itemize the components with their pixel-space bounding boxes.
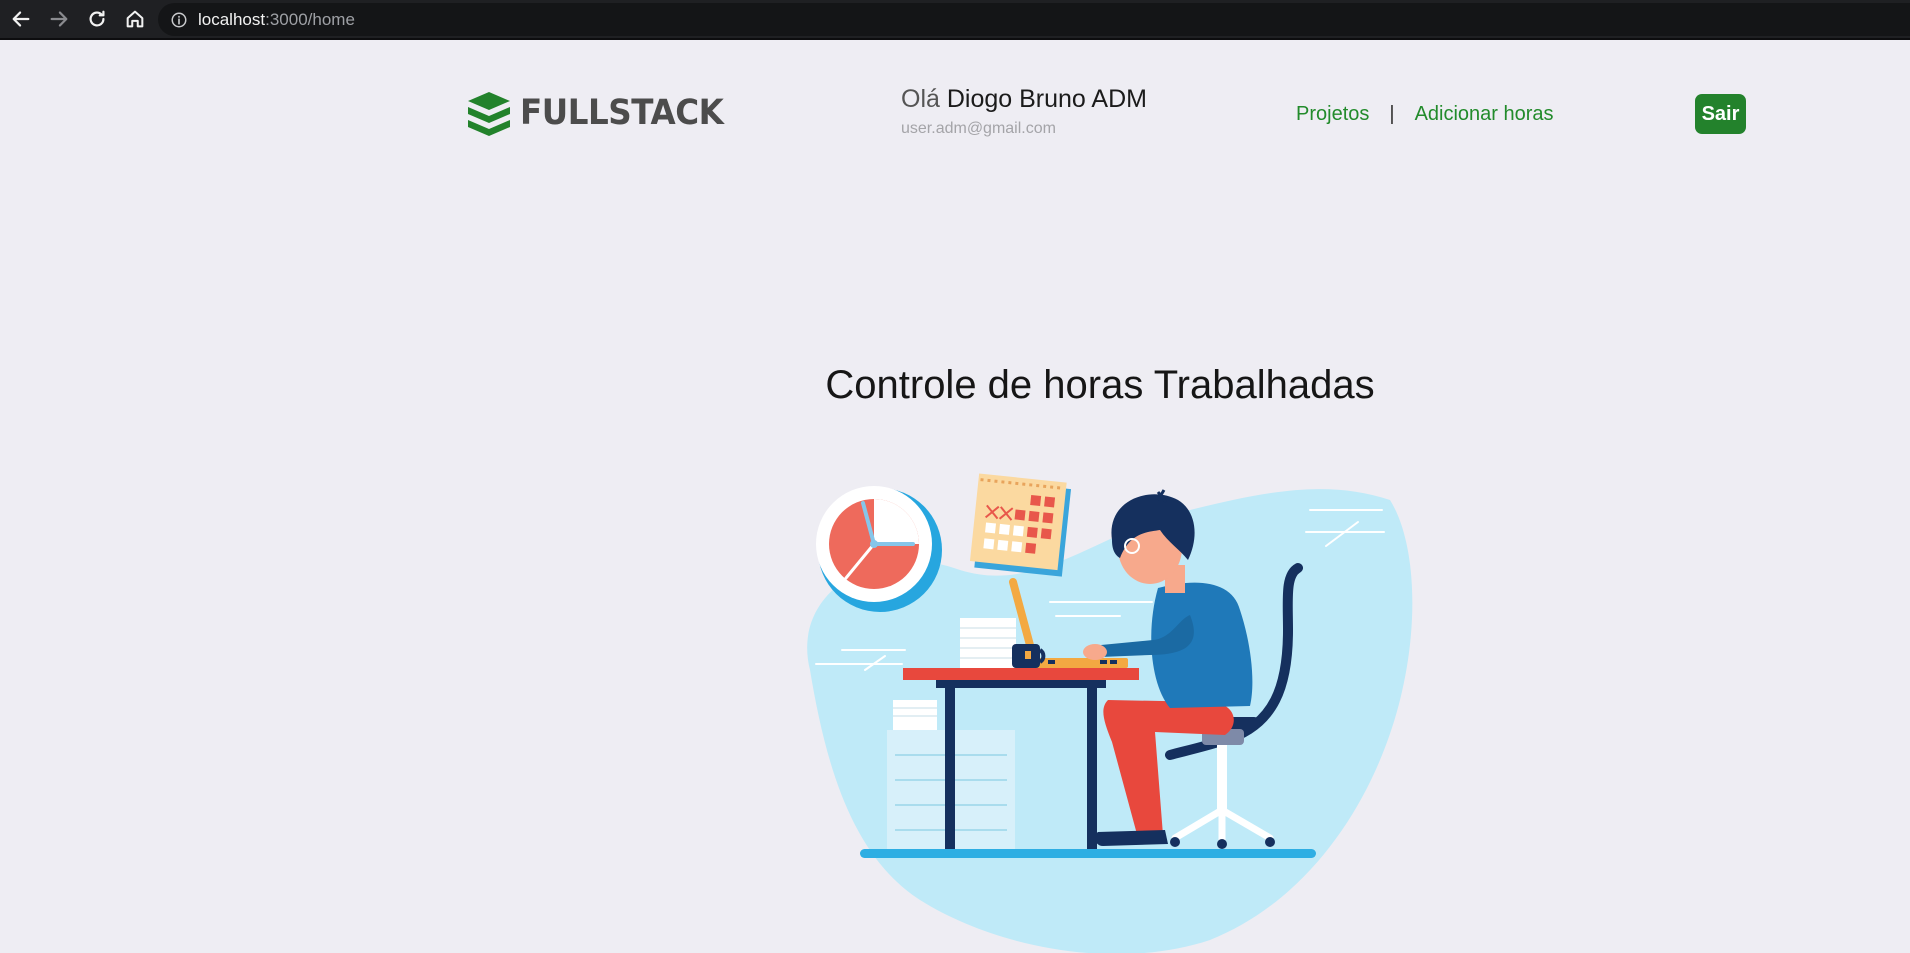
nav-separator: | bbox=[1389, 103, 1395, 125]
url-path: :3000/home bbox=[265, 9, 355, 29]
logout-button[interactable]: Sair bbox=[1695, 94, 1746, 134]
back-button[interactable] bbox=[2, 1, 40, 37]
browser-toolbar: localhost:3000/home bbox=[0, 0, 1910, 40]
coffee-mug bbox=[1012, 644, 1046, 668]
stack-layers-icon bbox=[468, 92, 510, 136]
user-name: Diogo Bruno ADM bbox=[946, 85, 1147, 113]
logo-text: FULLSTACK bbox=[520, 93, 724, 133]
reload-button[interactable] bbox=[78, 1, 116, 37]
forward-button[interactable] bbox=[40, 1, 78, 37]
greeting-prefix: Olá bbox=[901, 85, 940, 113]
brand-logo[interactable]: FULLSTACK bbox=[466, 90, 739, 136]
floor-line bbox=[860, 849, 1316, 858]
user-info: Olá Diogo Bruno ADM user.adm@gmail.com bbox=[901, 85, 1147, 138]
work-hours-illustration bbox=[807, 473, 1413, 953]
calendar-icon bbox=[969, 473, 1072, 577]
nav-link-add-hours[interactable]: Adicionar horas bbox=[1415, 103, 1554, 126]
nav-link-projects[interactable]: Projetos bbox=[1296, 103, 1369, 126]
back-arrow-icon bbox=[12, 11, 30, 27]
user-email: user.adm@gmail.com bbox=[901, 120, 1056, 137]
paper-stack bbox=[960, 618, 1016, 668]
url-host: localhost bbox=[198, 9, 266, 29]
forward-arrow-icon bbox=[50, 11, 68, 27]
reload-icon bbox=[89, 10, 105, 27]
info-icon[interactable] bbox=[170, 11, 188, 29]
main-nav: Projetos | Adicionar horas bbox=[1296, 103, 1554, 126]
home-button[interactable] bbox=[116, 1, 154, 37]
address-bar[interactable]: localhost:3000/home bbox=[158, 3, 1910, 36]
page-title: Controle de horas Trabalhadas bbox=[825, 363, 1375, 407]
home-icon bbox=[126, 10, 144, 28]
greeting: Olá Diogo Bruno ADM bbox=[901, 85, 1147, 114]
